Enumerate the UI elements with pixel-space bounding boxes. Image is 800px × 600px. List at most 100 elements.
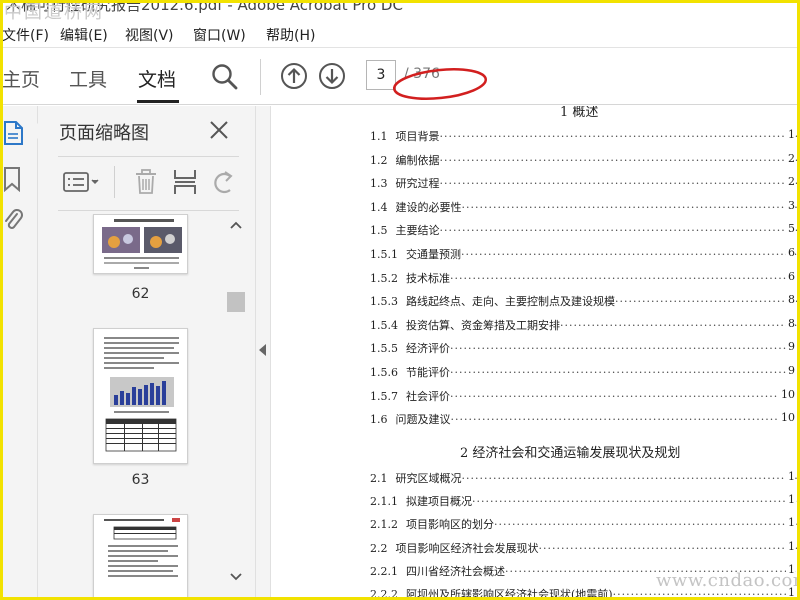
trash-icon[interactable] — [133, 168, 159, 196]
previous-page-icon[interactable] — [280, 62, 308, 90]
toc-entry-page: 5 — [786, 222, 795, 236]
toc-leader-dots: ········································… — [439, 177, 800, 191]
toc-entry-title: 交通量预测 — [406, 248, 461, 261]
toc-leader-dots: ········································… — [439, 130, 800, 143]
toc-entry[interactable]: 1.4 建设的必要性·······························… — [370, 198, 800, 219]
toc-leader-dots: ········································… — [461, 472, 800, 485]
thumbnail-page-63[interactable] — [93, 328, 188, 464]
toc-entry[interactable]: 1.5.6 节能评价·······························… — [370, 364, 800, 384]
toc-entry-page: 8 — [786, 316, 795, 330]
toc-entry[interactable]: 1.3 研究过程·································… — [370, 175, 800, 195]
toc-entry-page: 8 — [786, 293, 795, 307]
toc-entry-number: 1.5.7 — [370, 389, 398, 403]
menu-window[interactable]: 窗口(W) — [193, 25, 246, 45]
page-thumbnails-panel: 页面缩略图 62 63 — [30, 106, 255, 600]
panel-collapse-handle[interactable] — [255, 106, 271, 600]
toc-entry-title: 节能评价 — [406, 366, 450, 379]
toc-entry-page: 1 — [786, 470, 795, 483]
toc-entry-title: 投资估算、资金筹措及工期安排 — [406, 318, 560, 332]
bookmark-icon[interactable] — [2, 166, 24, 192]
toc-entry-number: 1.5.1 — [370, 248, 398, 261]
menu-edit[interactable]: 编辑(E) — [60, 25, 108, 45]
collapse-arrow-icon[interactable] — [259, 344, 266, 356]
toc-entry-number: 1.5.3 — [370, 295, 398, 309]
tab-home[interactable]: 主页 — [2, 65, 40, 92]
toc-leader-dots: ········································… — [615, 295, 800, 309]
menu-view[interactable]: 视图(V) — [125, 25, 174, 45]
toc-leader-dots: ········································… — [461, 248, 800, 261]
toc-leader-dots: ········································… — [494, 518, 800, 532]
toc-entry[interactable]: 1.5.2 技术标准·······························… — [370, 269, 800, 290]
close-icon[interactable] — [208, 119, 230, 141]
toc-entry-title: 拟建项目概况 — [406, 495, 472, 509]
toc-entry-page: 1 — [786, 516, 795, 530]
thumbnail-list: 62 63 — [38, 214, 228, 600]
toc-entry-title: 项目影响区经济社会发展现状 — [395, 541, 539, 555]
toc-entry-title: 四川省经济社会概述 — [406, 564, 505, 578]
toc-entry-page: 9 — [786, 340, 795, 354]
thumbnail-label: 62 — [131, 286, 150, 302]
attachment-icon[interactable] — [2, 206, 24, 234]
toc-entry[interactable]: 1.5.4 投资估算、资金筹措及工期安排·····················… — [370, 316, 800, 337]
next-page-icon[interactable] — [318, 62, 346, 90]
toc-entry-number: 1.5.6 — [370, 366, 398, 379]
panel-toolbar — [58, 164, 239, 200]
title-bar: 木棉可行性研究报告2012.6.pdf - Adobe Acrobat Pro … — [0, 0, 800, 18]
document-view[interactable]: 1 概述 1.1 项目背景····························… — [272, 106, 800, 600]
menu-help[interactable]: 帮助(H) — [266, 25, 315, 45]
toc-entry-title: 主要结论 — [395, 224, 440, 238]
toc-entry[interactable]: 2.1.2 项目影响区的划分···························… — [370, 516, 800, 536]
toc-entry-number: 2.1 — [370, 472, 388, 485]
toc-entry-page: 1 — [786, 539, 795, 553]
toc-entry-number: 1.5.5 — [370, 342, 398, 356]
thumbnail-page-62[interactable] — [93, 214, 188, 274]
toc-entry-title: 路线起终点、走向、主要控制点及建设规模 — [406, 295, 615, 309]
toc-entry[interactable]: 1.1 项目背景·································… — [370, 128, 800, 148]
toc-entry[interactable]: 2.1.1 拟建项目概况·····························… — [370, 493, 800, 513]
page-thumbnails-icon[interactable] — [2, 120, 24, 146]
toc-leader-dots: ········································… — [538, 541, 800, 555]
toc-entry-page: 9 — [786, 364, 795, 377]
panel-toolbar-divider — [114, 166, 115, 198]
scroll-up-icon[interactable] — [230, 220, 242, 230]
panel-pointer — [30, 122, 39, 140]
options-menu-icon[interactable] — [62, 170, 102, 194]
toc-entry-page: 6 — [786, 269, 795, 283]
scrollbar-thumb[interactable] — [227, 292, 245, 312]
menu-bar: 文件(F) 编辑(E) 视图(V) 窗口(W) 帮助(H) — [0, 20, 800, 48]
toc-entry-title: 技术标准 — [406, 271, 450, 285]
toc-entry[interactable]: 1.5.1 交通量预测······························… — [370, 246, 800, 266]
rotate-icon[interactable] — [210, 168, 236, 196]
toc-entry[interactable]: 1.2 编制依据·································… — [370, 151, 800, 172]
toc-entry-number: 1.1 — [370, 130, 388, 143]
toc-entry[interactable]: 1.5.7 社会评价·······························… — [370, 387, 800, 408]
toc-entry-title: 研究过程 — [395, 177, 440, 191]
toc-entry-number: 2.2 — [370, 541, 388, 555]
active-tab-indicator — [137, 100, 179, 103]
scroll-down-icon[interactable] — [230, 572, 242, 582]
toc-entry[interactable]: 2.2 项目影响区经济社会发展现状························… — [370, 539, 800, 560]
toc-leader-dots: ········································… — [439, 224, 800, 238]
toc-entry-title: 项目背景 — [395, 130, 440, 143]
toc-entry[interactable]: 1.5.5 经济评价·······························… — [370, 340, 800, 360]
toc-entry[interactable]: 1.6 问题及建议································… — [370, 411, 800, 431]
panel-separator — [58, 156, 239, 157]
toc-entry-number: 2.2.1 — [370, 564, 398, 578]
toc-entry-page: 10 — [779, 387, 795, 401]
search-icon[interactable] — [211, 63, 239, 91]
toc-entry[interactable]: 2.1 研究区域概况·······························… — [370, 470, 800, 490]
toc-entry[interactable]: 1.5 主要结论·································… — [370, 222, 800, 242]
toc-entry-number: 1.5.4 — [370, 318, 398, 332]
panel-title: 页面缩略图 — [59, 123, 149, 144]
toc-leader-dots: ········································… — [450, 271, 800, 285]
toc-entry-title: 编制依据 — [395, 153, 440, 167]
thumbnail-page-64[interactable] — [93, 514, 188, 600]
extract-pages-icon[interactable] — [172, 168, 198, 196]
tab-tools[interactable]: 工具 — [69, 65, 107, 92]
toc-entry-number: 2.1.2 — [370, 518, 398, 532]
toc-entry-number: 1.4 — [370, 200, 388, 214]
tab-document[interactable]: 文档 — [138, 65, 176, 92]
thumbnail-scrollbar[interactable] — [226, 216, 246, 600]
toc-entry[interactable]: 1.5.3 路线起终点、走向、主要控制点及建设规模················… — [370, 293, 800, 313]
menu-file[interactable]: 文件(F) — [2, 25, 49, 45]
